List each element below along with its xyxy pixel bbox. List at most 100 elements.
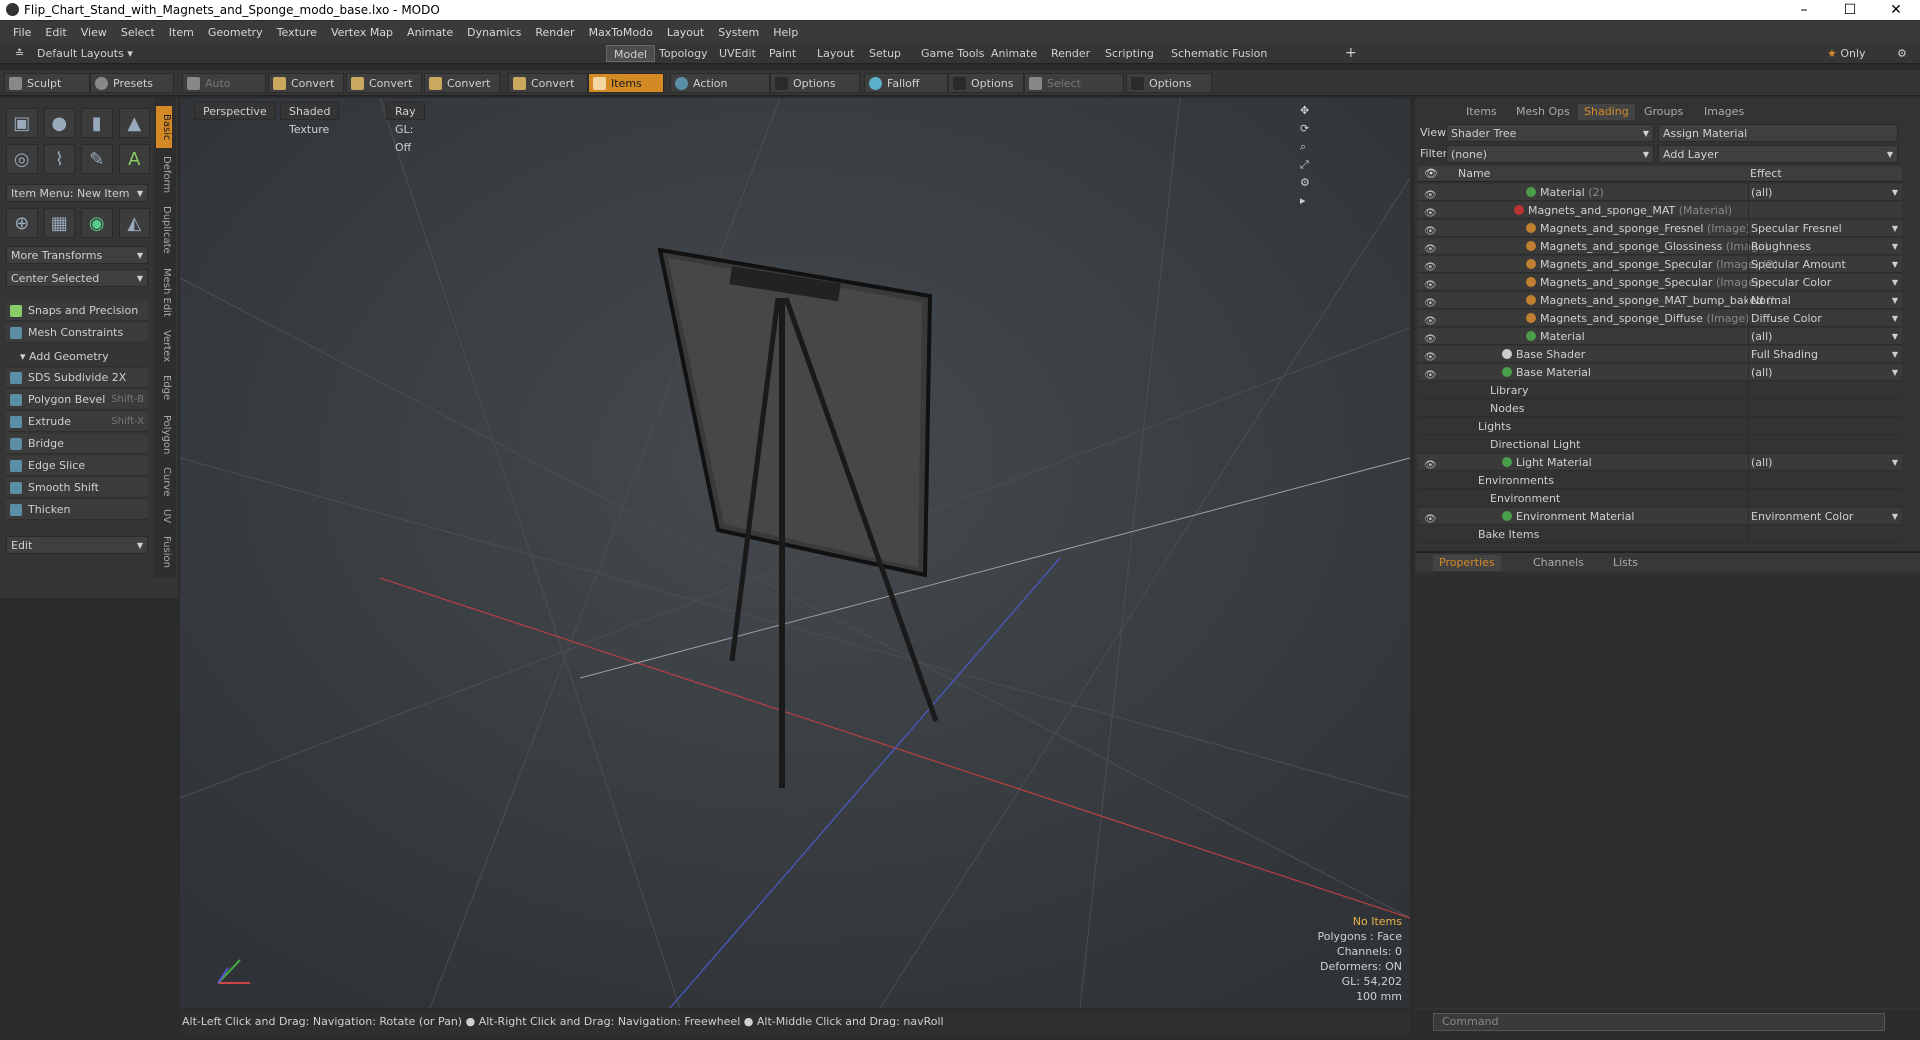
close-icon[interactable]: ✕ (1874, 0, 1918, 20)
menu-animate[interactable]: Animate (407, 26, 453, 39)
view-dropdown[interactable]: Shader Tree ▼ (1446, 124, 1654, 142)
sphere-icon[interactable]: ● (43, 108, 75, 138)
menu-dynamics[interactable]: Dynamics (467, 26, 521, 39)
tab-animate[interactable]: Animate (984, 45, 1044, 62)
snaps-precision-button[interactable]: Snaps and Precision (6, 301, 148, 321)
cone-icon[interactable]: ▲ (118, 108, 150, 138)
cube-icon[interactable]: ▣ (6, 108, 38, 138)
effect-cell[interactable]: Roughness ▼ (1748, 238, 1902, 255)
tab-uvedit[interactable]: UVEdit (712, 45, 763, 62)
more-transforms-dropdown[interactable]: More Transforms ▼ (6, 246, 148, 264)
tab-items[interactable]: Items (1460, 104, 1503, 120)
tab-model[interactable]: Model (606, 45, 656, 62)
convert-button-4[interactable]: Convert (508, 73, 588, 93)
effect-cell[interactable]: Environment Color ▼ (1748, 508, 1902, 525)
menu-geometry[interactable]: Geometry (208, 26, 263, 39)
vtab-polygon[interactable]: Polygon (156, 410, 172, 460)
shader-row[interactable]: 👁 Magnets_and_sponge_Glossiness (Image) Ro… (1418, 238, 1902, 255)
menu-texture[interactable]: Texture (277, 26, 317, 39)
name-column-header[interactable]: Name (1458, 167, 1490, 180)
menu-system[interactable]: System (718, 26, 759, 39)
effect-cell[interactable]: (all) ▼ (1748, 328, 1902, 345)
3d-viewport[interactable] (180, 98, 1410, 1008)
effect-cell[interactable] (1748, 400, 1902, 417)
tab-setup[interactable]: Setup (862, 45, 908, 62)
select-through-button[interactable]: Select Through (1024, 73, 1124, 110)
viewport-nav-icons[interactable]: ✥ ⟳ ⌕ ⤢ ⚙ ▸ (1292, 102, 1318, 207)
shader-row[interactable]: 👁 Magnets_and_sponge_MAT (Material) (1418, 202, 1902, 219)
effect-cell[interactable]: (all) ▼ (1748, 454, 1902, 471)
tab-properties[interactable]: Properties (1433, 555, 1501, 571)
only-toggle[interactable]: ★ Only (1820, 45, 1873, 62)
vtab-edge[interactable]: Edge (156, 370, 172, 406)
shading-mode-dropdown[interactable]: Shaded Texture (280, 102, 340, 136)
tab-channels[interactable]: Channels (1527, 555, 1590, 571)
vtab-curve[interactable]: Curve (156, 464, 172, 500)
shader-row[interactable]: 👁 Magnets_and_sponge_Specular (Image) Spec… (1418, 274, 1902, 291)
effect-cell[interactable]: Full Shading ▼ (1748, 346, 1902, 363)
tab-game-tools[interactable]: Game Tools (914, 45, 991, 62)
tab-render[interactable]: Render (1044, 45, 1097, 62)
center-selected-dropdown[interactable]: Center Selected ▼ (6, 269, 148, 287)
menu-view[interactable]: View (81, 26, 107, 39)
tool-thicken[interactable]: Thicken (6, 500, 148, 520)
effect-cell[interactable]: Specular Fresnel ▼ (1748, 220, 1902, 237)
effect-cell[interactable]: (all) ▼ (1748, 364, 1902, 381)
shader-row[interactable]: Bake Items (1418, 526, 1902, 543)
item-menu-dropdown[interactable]: Item Menu: New Item ▼ (6, 184, 148, 202)
text-icon[interactable]: A (118, 144, 150, 174)
shader-row[interactable]: 👁 Magnets_and_sponge_Specular (Image) (2)… (1418, 256, 1902, 273)
view-mode-dropdown[interactable]: Perspective (194, 102, 276, 120)
tab-schematic-fusion[interactable]: Schematic Fusion (1164, 45, 1274, 62)
add-layer-dropdown[interactable]: Add Layer ▼ (1658, 145, 1898, 163)
shader-row[interactable]: 👁 Base Material (all) ▼ (1418, 364, 1902, 381)
tab-layout[interactable]: Layout (810, 45, 861, 62)
effect-cell[interactable] (1748, 526, 1902, 543)
menu-select[interactable]: Select (121, 26, 155, 39)
shader-row[interactable]: Environment (1418, 490, 1902, 507)
menu-layout[interactable]: Layout (667, 26, 704, 39)
tab-lists[interactable]: Lists (1607, 555, 1644, 571)
shader-row[interactable]: 👁 Magnets_and_sponge_Fresnel (Image) Specu… (1418, 220, 1902, 237)
shader-row[interactable]: 👁 Magnets_and_sponge_MAT_bump_baked (I...… (1418, 292, 1902, 309)
options-button-2[interactable]: Options (948, 73, 1024, 93)
vtab-basic[interactable]: Basic (156, 106, 172, 148)
tool-smooth-shift[interactable]: Smooth Shift (6, 478, 148, 498)
options-button-1[interactable]: Options (770, 73, 860, 93)
minimize-icon[interactable]: – (1782, 0, 1826, 20)
effect-cell[interactable] (1748, 472, 1902, 489)
shader-row[interactable]: 👁 Material (2) (all) ▼ (1418, 184, 1902, 201)
shader-row[interactable]: Library (1418, 382, 1902, 399)
menu-maxtomodo[interactable]: MaxToModo (589, 26, 653, 39)
filter-dropdown[interactable]: (none) ▼ (1446, 145, 1654, 163)
shader-row[interactable]: 👁 Magnets_and_sponge_Diffuse (Image) Diffu… (1418, 310, 1902, 327)
tab-scripting[interactable]: Scripting (1098, 45, 1161, 62)
shader-row[interactable]: 👁 Environment Material Environment Color ▼ (1418, 508, 1902, 525)
shader-row[interactable]: Directional Light (1418, 436, 1902, 453)
command-input[interactable]: Command (1433, 1013, 1885, 1031)
assign-material-button[interactable]: Assign Material (1658, 124, 1898, 142)
menu-item[interactable]: Item (169, 26, 194, 39)
effect-column-header[interactable]: Effect (1750, 167, 1782, 180)
tab-groups[interactable]: Groups (1638, 104, 1689, 120)
presets-button[interactable]: Presets F6 (90, 73, 174, 110)
locator-icon[interactable]: ⊕ (6, 208, 38, 238)
effect-cell[interactable]: Diffuse Color ▼ (1748, 310, 1902, 327)
effect-cell[interactable] (1748, 382, 1902, 399)
torus-icon[interactable]: ◎ (6, 144, 38, 174)
globe-icon[interactable]: ◉ (81, 208, 113, 238)
vtab-duplicate[interactable]: Duplicate (156, 202, 172, 258)
grid-icon[interactable]: ▦ (43, 208, 75, 238)
settings-gear-icon[interactable]: ⚙ (1890, 45, 1914, 62)
add-geometry-header[interactable]: ▾ Add Geometry (6, 347, 148, 367)
menu-file[interactable]: File (13, 26, 31, 39)
effect-cell[interactable] (1748, 490, 1902, 507)
auto-select-button[interactable]: Auto Select (182, 73, 266, 110)
effect-cell[interactable]: Specular Color ▼ (1748, 274, 1902, 291)
menu-render[interactable]: Render (535, 26, 574, 39)
layout-preset-dropdown[interactable]: Default Layouts ▾ (30, 45, 140, 62)
convert-button-3[interactable]: Convert (424, 73, 500, 93)
shader-row[interactable]: Environments (1418, 472, 1902, 489)
options-button-3[interactable]: Options (1126, 73, 1212, 93)
edit-dropdown[interactable]: Edit ▼ (6, 536, 148, 554)
